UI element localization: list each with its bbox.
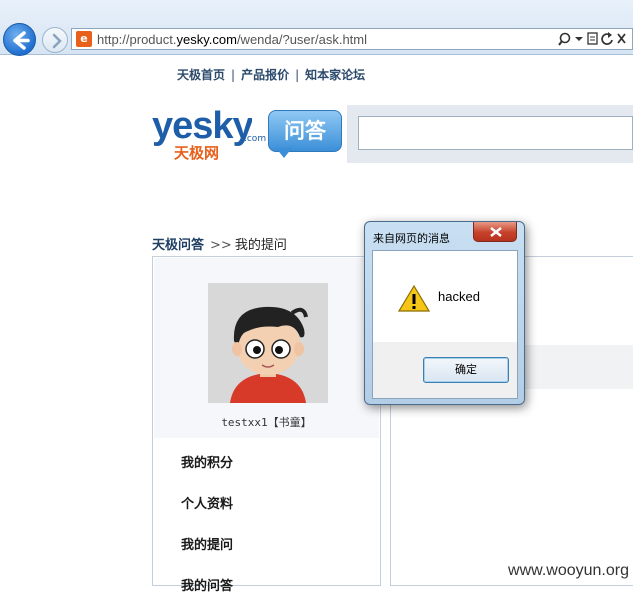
url-path: /wenda/?user/ask.html <box>236 32 368 47</box>
site-favicon-icon: e <box>76 31 92 47</box>
nav-link-home[interactable]: 天极首页 <box>177 68 225 82</box>
username-line: testxx1【书童】 <box>154 414 379 430</box>
site-logo[interactable]: yesky .com 天极网 问答 <box>152 105 342 164</box>
speech-bubble-tail <box>276 148 292 158</box>
compatibility-view-icon[interactable] <box>587 32 598 45</box>
wenda-badge: 问答 <box>268 110 342 152</box>
menu-item-my-answers[interactable]: 我的问答 <box>181 575 233 616</box>
logo-chinese: 天极网 <box>174 144 220 162</box>
ok-button[interactable]: 确定 <box>423 357 509 383</box>
logo-domain: .com <box>244 134 267 144</box>
avatar[interactable] <box>208 283 328 403</box>
cartoon-boy-avatar-icon <box>208 283 328 403</box>
address-bar-actions <box>558 31 628 51</box>
nav-link-forum[interactable]: 知本家论坛 <box>305 68 365 82</box>
menu-item-points[interactable]: 我的积分 <box>181 452 233 493</box>
breadcrumb-home[interactable]: 天极问答 <box>152 238 204 253</box>
user-rank: 【书童】 <box>267 416 312 429</box>
dialog-footer: 确定 <box>372 342 518 399</box>
search-icon[interactable] <box>558 32 571 46</box>
watermark: www.wooyun.org <box>508 562 629 579</box>
dialog-close-button[interactable] <box>473 222 517 242</box>
breadcrumb-separator: >> <box>210 238 232 253</box>
alert-dialog: 来自网页的消息 hacked 确定 <box>364 221 525 405</box>
url-host: yesky.com <box>176 32 237 47</box>
menu-item-profile[interactable]: 个人资料 <box>181 493 233 534</box>
back-button[interactable] <box>3 23 36 56</box>
url-text[interactable]: http://product.yesky.com/wenda/?user/ask… <box>97 32 367 47</box>
site-top-nav: 天极首页 | 产品报价 | 知本家论坛 <box>177 66 365 83</box>
address-bar-icons <box>558 32 626 46</box>
dialog-title: 来自网页的消息 <box>373 232 450 245</box>
breadcrumb: 天极问答 >> 我的提问 <box>152 234 287 253</box>
refresh-icon[interactable] <box>601 32 613 45</box>
dropdown-chevron-icon[interactable] <box>575 37 583 41</box>
arrow-left-icon <box>13 31 30 50</box>
dialog-body: hacked <box>372 250 518 342</box>
logo-brand-text: yesky <box>152 105 252 147</box>
menu-item-my-questions[interactable]: 我的提问 <box>181 534 233 575</box>
search-input[interactable] <box>358 116 633 150</box>
nav-separator: | <box>295 68 300 82</box>
browser-toolbar: e http://product.yesky.com/wenda/?user/a… <box>0 0 633 56</box>
nav-separator: | <box>231 68 236 82</box>
forward-button[interactable] <box>42 27 68 53</box>
dialog-message: hacked <box>438 289 480 304</box>
close-icon[interactable] <box>617 33 626 44</box>
nav-link-prices[interactable]: 产品报价 <box>241 68 289 82</box>
address-bar[interactable]: e http://product.yesky.com/wenda/?user/a… <box>71 28 633 50</box>
username[interactable]: testxx1 <box>221 416 267 429</box>
warning-icon <box>398 284 430 312</box>
user-sidebar: testxx1【书童】 我的积分 个人资料 我的提问 我的问答 <box>152 256 381 594</box>
profile-card: testxx1【书童】 <box>154 258 379 438</box>
user-menu: 我的积分 个人资料 我的提问 我的问答 <box>181 452 233 616</box>
url-prefix: http://product. <box>97 32 177 47</box>
breadcrumb-current: 我的提问 <box>234 238 287 253</box>
close-x-icon <box>490 227 502 237</box>
arrow-right-icon <box>52 33 62 49</box>
